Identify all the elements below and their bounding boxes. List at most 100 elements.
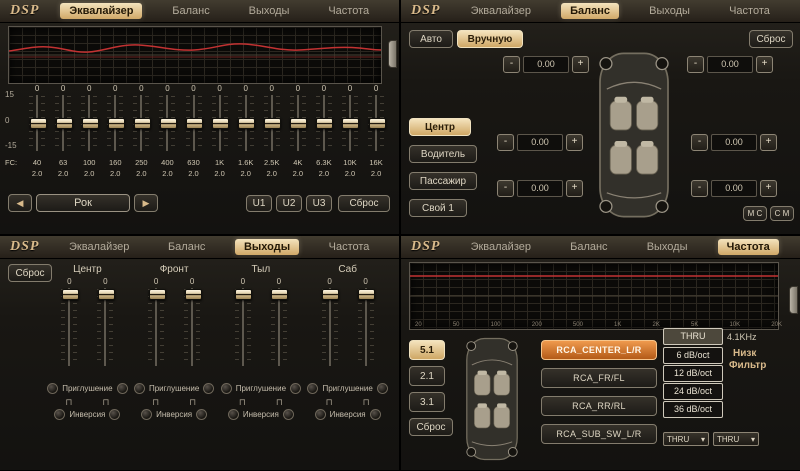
mute-checkbox[interactable] (290, 383, 301, 394)
slope-option-36db[interactable]: 36 dB/oct (663, 401, 723, 418)
user-preset-1-button[interactable]: U1 (246, 195, 272, 212)
band-slider[interactable] (212, 94, 228, 152)
slope-option-6db[interactable]: 6 dB/oct (663, 347, 723, 364)
slider-knob[interactable] (185, 289, 202, 300)
output-slider[interactable] (358, 287, 374, 367)
user-preset-2-button[interactable]: U2 (276, 195, 302, 212)
slider-knob[interactable] (271, 289, 288, 300)
band-slider[interactable] (186, 94, 202, 152)
plus-button[interactable]: + (760, 180, 777, 197)
slope-select-right[interactable]: THRU ▾ (713, 432, 759, 446)
tab-frequency[interactable]: Частота (718, 239, 779, 255)
slider-knob[interactable] (322, 289, 339, 300)
tab-balance[interactable]: Баланс (159, 239, 214, 255)
band-slider[interactable] (81, 94, 97, 152)
tab-outputs[interactable]: Выходы (240, 3, 299, 19)
band-slider[interactable] (316, 94, 332, 152)
tab-frequency[interactable]: Частота (319, 3, 378, 19)
minus-button[interactable]: - (497, 180, 514, 197)
output-slider[interactable] (97, 287, 113, 367)
plus-button[interactable]: + (566, 134, 583, 151)
position-custom-button[interactable]: Свой 1 (409, 199, 467, 217)
channel-rca-rear-button[interactable]: RCA_RR/RL (541, 396, 657, 416)
position-center-button[interactable]: Центр (409, 118, 471, 136)
slider-knob[interactable] (160, 118, 177, 129)
cm-button[interactable]: C M (770, 206, 794, 221)
slider-knob[interactable] (369, 118, 386, 129)
preset-next-button[interactable]: ▶ (134, 194, 158, 212)
channel-rca-front-button[interactable]: RCA_FR/FL (541, 368, 657, 388)
eq-reset-button[interactable]: Сброс (338, 195, 390, 212)
tab-outputs[interactable]: Выходы (640, 3, 699, 19)
balance-reset-button[interactable]: Сброс (749, 30, 793, 48)
output-slider[interactable] (148, 287, 164, 367)
slider-knob[interactable] (62, 289, 79, 300)
slider-knob[interactable] (186, 118, 203, 129)
band-slider[interactable] (290, 94, 306, 152)
mute-checkbox[interactable] (307, 383, 318, 394)
tab-outputs[interactable]: Выходы (638, 239, 697, 255)
output-slider[interactable] (61, 287, 77, 367)
mute-checkbox[interactable] (377, 383, 388, 394)
slope-select-left[interactable]: THRU ▾ (663, 432, 709, 446)
mute-checkbox[interactable] (203, 383, 214, 394)
slider-knob[interactable] (108, 118, 125, 129)
manual-button[interactable]: Вручную (457, 30, 523, 48)
minus-button[interactable]: - (503, 56, 520, 73)
minus-button[interactable]: - (691, 180, 708, 197)
minus-button[interactable]: - (687, 56, 704, 73)
mute-checkbox[interactable] (117, 383, 128, 394)
plus-button[interactable]: + (566, 180, 583, 197)
invert-checkbox[interactable] (196, 409, 207, 420)
band-slider[interactable] (55, 94, 71, 152)
band-slider[interactable] (133, 94, 149, 152)
invert-checkbox[interactable] (315, 409, 326, 420)
slider-knob[interactable] (56, 118, 73, 129)
tab-balance[interactable]: Баланс (561, 3, 619, 19)
tab-equalizer[interactable]: Эквалайзер (60, 239, 138, 255)
mute-checkbox[interactable] (221, 383, 232, 394)
invert-checkbox[interactable] (283, 409, 294, 420)
preset-display[interactable]: Рок (36, 194, 130, 212)
slope-dropdown-selected[interactable]: THRU (663, 328, 723, 345)
user-preset-3-button[interactable]: U3 (306, 195, 332, 212)
slider-knob[interactable] (30, 118, 47, 129)
position-passenger-button[interactable]: Пассажир (409, 172, 477, 190)
invert-checkbox[interactable] (370, 409, 381, 420)
slider-knob[interactable] (316, 118, 333, 129)
invert-checkbox[interactable] (141, 409, 152, 420)
plus-button[interactable]: + (756, 56, 773, 73)
invert-checkbox[interactable] (54, 409, 65, 420)
tab-equalizer[interactable]: Эквалайзер (462, 3, 540, 19)
tab-equalizer[interactable]: Эквалайзер (60, 3, 142, 19)
band-slider[interactable] (368, 94, 384, 152)
position-driver-button[interactable]: Водитель (409, 145, 477, 163)
slope-option-12db[interactable]: 12 dB/oct (663, 365, 723, 382)
mute-checkbox[interactable] (47, 383, 58, 394)
slider-knob[interactable] (82, 118, 99, 129)
auto-button[interactable]: Авто (409, 30, 453, 48)
mode-2-1-button[interactable]: 2.1 (409, 366, 445, 386)
mode-3-1-button[interactable]: 3.1 (409, 392, 445, 412)
slider-knob[interactable] (264, 118, 281, 129)
drawer-handle-icon[interactable] (388, 40, 397, 68)
output-slider[interactable] (322, 287, 338, 367)
slider-knob[interactable] (149, 289, 166, 300)
band-slider[interactable] (238, 94, 254, 152)
band-slider[interactable] (264, 94, 280, 152)
invert-checkbox[interactable] (109, 409, 120, 420)
invert-checkbox[interactable] (228, 409, 239, 420)
tab-frequency[interactable]: Частота (720, 3, 779, 19)
output-slider[interactable] (235, 287, 251, 367)
slider-knob[interactable] (212, 118, 229, 129)
slider-knob[interactable] (238, 118, 255, 129)
mode-5-1-button[interactable]: 5.1 (409, 340, 445, 360)
channel-rca-sub-button[interactable]: RCA_SUB_SW_L/R (541, 424, 657, 444)
channel-rca-center-button[interactable]: RCA_CENTER_L/R (541, 340, 657, 360)
mute-checkbox[interactable] (134, 383, 145, 394)
tab-equalizer[interactable]: Эквалайзер (462, 239, 540, 255)
band-slider[interactable] (159, 94, 175, 152)
plus-button[interactable]: + (760, 134, 777, 151)
freq-reset-button[interactable]: Сброс (409, 418, 453, 436)
band-slider[interactable] (342, 94, 358, 152)
